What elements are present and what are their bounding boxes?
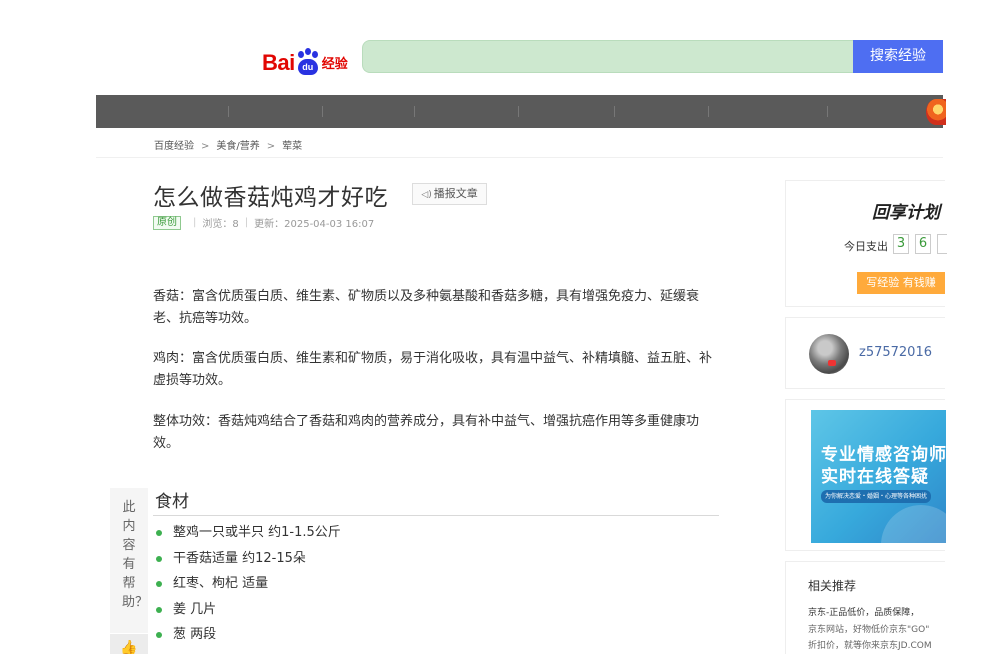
bullet-icon — [156, 555, 162, 562]
related-desc: 折扣价，就等你来京东JD.COM — [808, 641, 932, 651]
related-card: 相关推荐 京东-正品低价，品质保障， 京东网站，好物低价京东"GO" 折扣价，就… — [785, 561, 945, 654]
nav-separator — [414, 106, 415, 117]
search-input[interactable] — [362, 40, 854, 73]
ingredient-item: 干香菇适量 约12-15朵 — [153, 546, 341, 572]
article-meta: 原创 | 浏览：8 | 更新：2025-04-03 16:07 — [153, 215, 374, 230]
today-spend-label: 今日支出 — [844, 240, 888, 253]
meta-separator: | — [244, 217, 249, 228]
article-paragraph: 整体功效：香菇炖鸡结合了香菇和鸡肉的营养成分，具有补中益气、增强抗癌作用等多重健… — [153, 414, 700, 451]
breadcrumb-separator: > — [266, 141, 276, 152]
nav-item-huixiang[interactable]: 回享 — [554, 0, 582, 33]
ingredient-text: 整鸡一只或半只 约1-1.5公斤 — [173, 525, 341, 540]
ad-card: 专业情感咨询师 实时在线答疑 为你解决恋爱・婚姻・心理等各种困扰 — [785, 399, 946, 551]
chevron-down-icon: ⌄ — [289, 9, 298, 20]
ingredient-text: 干香菇适量 约12-15朵 — [173, 550, 306, 566]
nav-item-mall[interactable]: 商城 — [647, 0, 675, 33]
logo-jingyan-text: 经验 — [321, 57, 348, 72]
breadcrumb-item-meat[interactable]: 荤菜 — [282, 141, 302, 152]
ingredients-divider — [153, 515, 719, 516]
breadcrumb-item-home[interactable]: 百度经验 — [154, 141, 194, 152]
speaker-icon: ◁) — [421, 190, 432, 200]
bullet-icon — [156, 581, 162, 587]
helpful-prompt: 此内容有帮助？ — [110, 488, 148, 633]
nav-item-certification[interactable]: 认证 — [353, 0, 381, 33]
bullet-icon — [156, 530, 162, 536]
write-experience-button[interactable]: 写经验 有钱赚 — [857, 272, 945, 294]
thumbs-up-icon[interactable]: 👍 — [120, 640, 137, 654]
nav-separator — [322, 106, 323, 117]
baidu-paw-icon: du — [296, 48, 320, 76]
ingredients-heading: 食材 — [155, 492, 189, 512]
counter-digit: 6 — [915, 234, 931, 254]
avatar[interactable] — [809, 334, 849, 374]
update-time: 更新：2025-04-03 16:07 — [254, 219, 375, 230]
breadcrumb-item-food[interactable]: 美食/营养 — [216, 141, 259, 152]
nav-separator — [228, 106, 229, 117]
listen-button-label: 播报文章 — [433, 187, 478, 200]
article-paragraph: 香菇：富含优质蛋白质、维生素、矿物质以及多种氨基酸和香菇多糖，具有增强免疫力、延… — [153, 289, 700, 326]
ad-tagline: 为你解决恋爱・婚姻・心理等各种困扰 — [821, 490, 932, 503]
huixiang-plan-card: 回享计划 今日支出 3 6 写经验 有钱赚 — [785, 180, 947, 307]
nav-separator — [708, 106, 709, 117]
nav-item-category[interactable]: 分类 ⌄ — [258, 0, 297, 33]
bullet-icon — [156, 606, 162, 613]
ingredient-text: 姜 几片 — [173, 601, 217, 617]
original-badge: 原创 — [153, 215, 181, 230]
ingredient-item: 姜 几片 — [153, 597, 341, 623]
breadcrumb: 百度经验 > 美食/营养 > 荤菜 — [154, 137, 302, 152]
counter-digit — [937, 234, 947, 254]
ingredient-text: 葱 两段 — [173, 627, 217, 642]
nav-item-video[interactable]: 视频经验 — [740, 0, 796, 33]
nav-category-label: 分类 — [258, 8, 287, 24]
article-paragraph: 鸡肉：富含优质蛋白质、维生素和矿物质，易于消化吸收，具有温中益气、补精填髓、益五… — [153, 351, 713, 388]
ingredients-list: 整鸡一只或半只 约1-1.5公斤 干香菇适量 约12-15朵 红枣、枸杞 适量 … — [153, 520, 341, 648]
helpful-text: 此内容有帮助？ — [122, 500, 149, 610]
logo-bai-text: Bai — [262, 50, 295, 75]
nav-separator — [518, 106, 519, 117]
related-title: 相关推荐 — [808, 579, 857, 593]
article-title: 怎么做香菇炖鸡才好吃 — [153, 185, 388, 211]
view-count: 浏览：8 — [202, 219, 239, 230]
logo-du-text: du — [297, 59, 318, 75]
ingredient-item: 葱 两段 — [153, 622, 341, 648]
breadcrumb-separator: > — [201, 141, 210, 152]
ingredient-item: 红枣、枸杞 适量 — [153, 571, 341, 597]
ad-banner[interactable]: 专业情感咨询师 实时在线答疑 为你解决恋爱・婚姻・心理等各种困扰 — [811, 410, 946, 543]
author-username[interactable]: z57572016 — [859, 345, 932, 360]
nav-separator — [614, 106, 615, 117]
ad-subheadline: 实时在线答疑 — [821, 467, 929, 487]
nav-item-zhidao[interactable]: 知道 — [862, 0, 890, 33]
nav-item-home[interactable]: 首页 — [166, 0, 194, 33]
huixiang-plan-title: 回享计划 — [872, 203, 940, 223]
listen-button[interactable]: ◁) 播报文章 — [412, 183, 487, 205]
nav-separator — [827, 106, 828, 117]
avatar-accent — [828, 360, 836, 366]
ingredient-text: 红枣、枸杞 适量 — [173, 576, 269, 591]
ad-decoration — [881, 505, 946, 543]
search-button[interactable]: 搜索经验 — [853, 40, 943, 73]
meta-separator: | — [193, 217, 197, 228]
related-link[interactable]: 京东-正品低价，品质保障， — [808, 605, 944, 618]
main-nav — [96, 95, 943, 128]
author-card: z57572016 — [785, 317, 945, 389]
counter-digit: 3 — [893, 234, 909, 254]
related-desc: 京东网站，好物低价京东"GO" — [808, 625, 930, 635]
baidu-jingyan-logo[interactable]: Bai du 经验 — [262, 44, 348, 76]
ingredient-item: 整鸡一只或半只 约1-1.5公斤 — [153, 520, 341, 546]
nav-item-bounty[interactable]: 悬赏令 — [446, 0, 488, 33]
header-divider — [96, 157, 943, 158]
bullet-icon — [156, 632, 162, 638]
promo-badge-icon[interactable] — [926, 99, 946, 125]
